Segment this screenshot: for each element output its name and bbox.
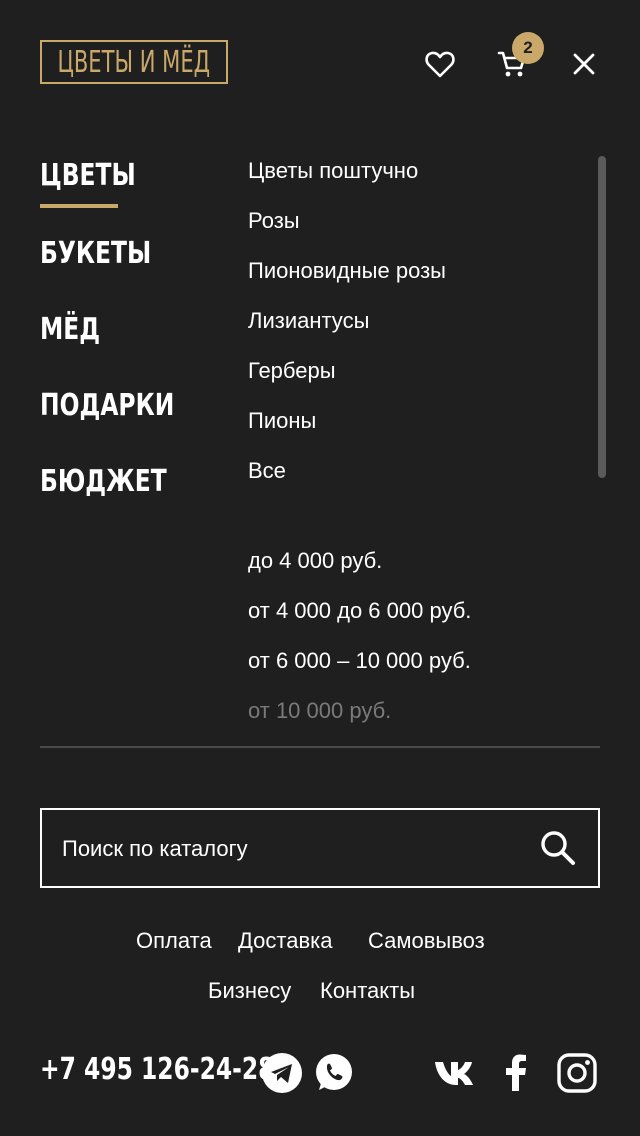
- submenu-item[interactable]: Розы: [248, 208, 300, 234]
- logo-text: ЦВЕТЫ И МЁД: [57, 44, 211, 80]
- close-menu-button[interactable]: [562, 42, 606, 86]
- link-delivery[interactable]: Доставка: [238, 928, 332, 954]
- category-flowers[interactable]: ЦВЕТЫ: [40, 158, 136, 193]
- submenu-item[interactable]: Цветы поштучно: [248, 158, 418, 184]
- menu-screen: ЦВЕТЫ И МЁД 2 ЦВЕТЫ БУКЕТЫ МЁД ПОДАРКИ Б…: [0, 0, 640, 1136]
- submenu-item[interactable]: Пионовидные розы: [248, 258, 446, 284]
- submenu-item[interactable]: Все: [248, 458, 286, 484]
- link-business[interactable]: Бизнесу: [208, 978, 291, 1004]
- instagram-button[interactable]: [556, 1052, 598, 1094]
- facebook-button[interactable]: [495, 1052, 537, 1094]
- favorites-button[interactable]: [418, 42, 462, 86]
- whatsapp-button[interactable]: [313, 1052, 355, 1094]
- link-contacts[interactable]: Контакты: [320, 978, 415, 1004]
- divider: [40, 746, 600, 748]
- budget-item[interactable]: от 4 000 до 6 000 руб.: [248, 598, 471, 624]
- cart-count-badge: 2: [512, 32, 544, 64]
- link-pickup[interactable]: Самовывоз: [368, 928, 485, 954]
- submenu-item[interactable]: Герберы: [248, 358, 336, 384]
- submenu-item[interactable]: Лизиантусы: [248, 308, 369, 334]
- heart-icon: [425, 51, 455, 78]
- category-budget[interactable]: БЮДЖЕТ: [40, 464, 167, 499]
- search-box: [40, 808, 600, 888]
- link-payment[interactable]: Оплата: [136, 928, 212, 954]
- vk-icon: [435, 1062, 473, 1085]
- telegram-button[interactable]: [261, 1052, 303, 1094]
- search-input[interactable]: [60, 810, 524, 888]
- budget-item[interactable]: от 10 000 руб.: [248, 698, 391, 724]
- telegram-icon: [262, 1053, 302, 1093]
- phone-number[interactable]: +7 495 126-24-28: [40, 1052, 274, 1087]
- vk-button[interactable]: [434, 1052, 480, 1094]
- whatsapp-icon: [316, 1054, 352, 1090]
- budget-item[interactable]: от 6 000 – 10 000 руб.: [248, 648, 471, 674]
- instagram-icon: [557, 1053, 597, 1093]
- close-icon: [573, 53, 595, 75]
- submenu-item[interactable]: Пионы: [248, 408, 316, 434]
- category-gifts[interactable]: ПОДАРКИ: [40, 388, 174, 423]
- submenu-scrollbar[interactable]: [598, 156, 606, 478]
- budget-item[interactable]: до 4 000 руб.: [248, 548, 382, 574]
- logo[interactable]: ЦВЕТЫ И МЁД: [40, 40, 228, 84]
- category-honey[interactable]: МЁД: [40, 312, 100, 347]
- category-bouquets[interactable]: БУКЕТЫ: [40, 236, 151, 271]
- facebook-icon: [506, 1054, 526, 1091]
- search-button[interactable]: [538, 828, 582, 872]
- active-category-underline: [40, 204, 118, 208]
- search-icon: [541, 831, 575, 865]
